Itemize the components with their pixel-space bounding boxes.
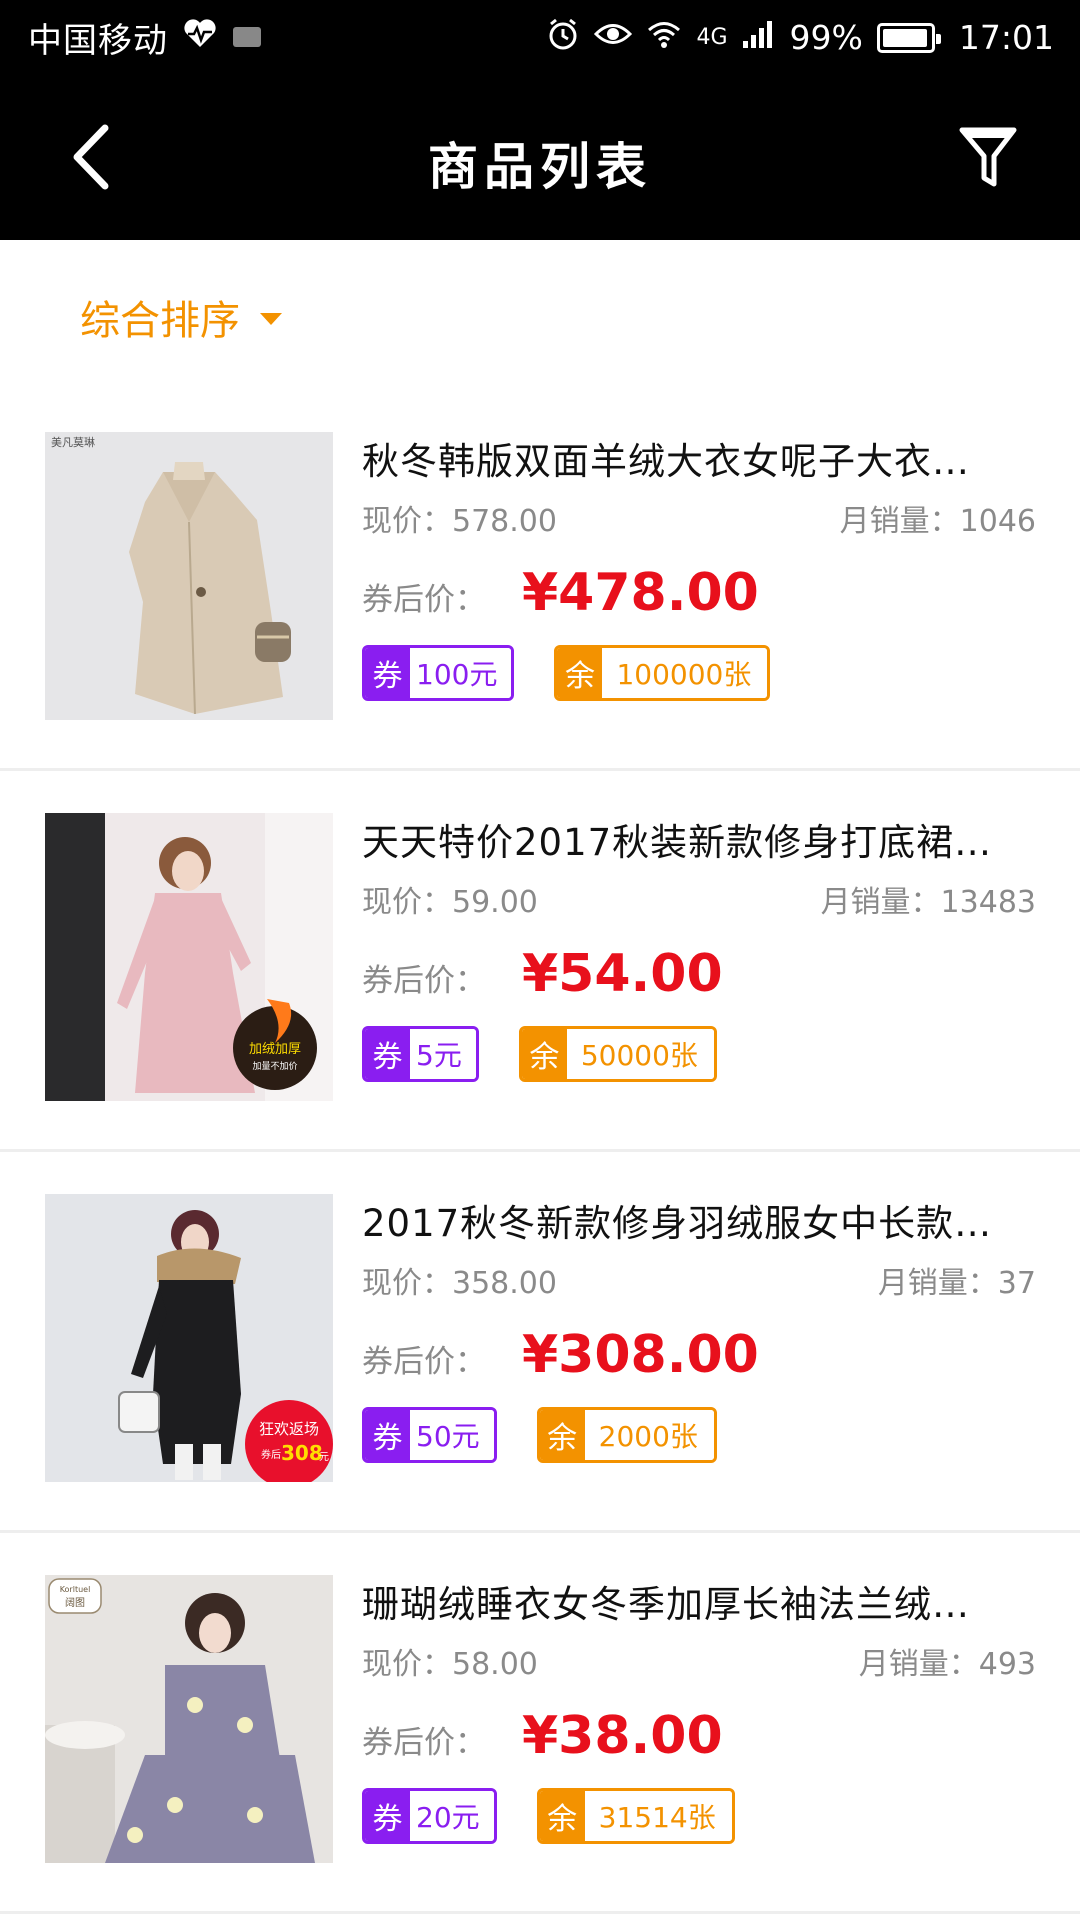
product-list: 美凡莫琳 秋冬韩版双面羊绒大衣女呢子大衣… 现价：578.00 月销量：1046…	[0, 390, 1080, 1914]
remaining-tag: 余	[539, 1791, 585, 1841]
coupon-tag: 券	[365, 648, 410, 698]
after-coupon-price: ¥478.00	[522, 563, 759, 623]
promo-badge-unit: 元	[319, 1452, 329, 1463]
product-image-pajamas[interactable]: Korltuel 阔图	[45, 1575, 333, 1863]
remaining-value: 100000张	[602, 648, 768, 698]
promo-badge-line2: 加量不加价	[252, 1061, 297, 1072]
title-bar: 商品列表	[0, 75, 1080, 240]
coupon-badge[interactable]: 券 5元	[362, 1026, 479, 1082]
brand-logo-cn: 阔图	[65, 1596, 85, 1609]
clock-time: 17:01	[958, 18, 1054, 57]
sim-icon	[232, 18, 262, 57]
brand-logo-text: 美凡莫琳	[51, 435, 95, 449]
promo-badge-prefix: 券后	[261, 1448, 281, 1461]
coupon-value: 50元	[410, 1410, 494, 1460]
brand-logo-latin: Korltuel	[60, 1585, 91, 1594]
filter-icon	[959, 127, 1017, 187]
sort-bar: 综合排序	[0, 240, 1080, 390]
sort-label: 综合排序	[80, 298, 240, 344]
remaining-badge: 余 2000张	[536, 1407, 717, 1463]
product-title[interactable]: 秋冬韩版双面羊绒大衣女呢子大衣…	[362, 435, 1036, 489]
eye-icon	[594, 18, 633, 57]
coupon-badge[interactable]: 券 50元	[362, 1407, 497, 1463]
current-price: 现价：59.00	[362, 885, 538, 920]
remaining-tag: 余	[539, 1410, 585, 1460]
monthly-sales: 月销量：493	[858, 1647, 1036, 1682]
monthly-sales: 月销量：37	[877, 1266, 1036, 1301]
battery-percent: 99%	[789, 18, 863, 57]
monthly-sales: 月销量：1046	[839, 504, 1036, 539]
coupon-value: 5元	[410, 1029, 476, 1079]
product-title[interactable]: 珊瑚绒睡衣女冬季加厚长袖法兰绒…	[362, 1578, 1036, 1632]
coupon-badge[interactable]: 券 20元	[362, 1788, 497, 1844]
after-coupon-price: ¥38.00	[522, 1706, 723, 1766]
caret-down-icon	[260, 313, 282, 325]
remaining-value: 50000张	[566, 1029, 714, 1079]
product-image-down-jacket[interactable]: 狂欢返场 券后 308 元	[45, 1194, 333, 1482]
remaining-value: 31514张	[584, 1791, 732, 1841]
current-price: 现价：58.00	[362, 1647, 538, 1682]
monthly-sales: 月销量：13483	[820, 885, 1036, 920]
after-coupon-label: 券后价：	[362, 963, 486, 999]
remaining-badge: 余 31514张	[536, 1788, 735, 1844]
heartbeat-icon	[182, 18, 218, 57]
product-item[interactable]: 加绒加厚 加量不加价 天天特价2017秋装新款修身打底裙… 现价：59.00 月…	[0, 771, 1080, 1152]
filter-button[interactable]	[948, 117, 1028, 197]
status-bar: 中国移动 4G 99% 17:01	[0, 0, 1080, 75]
product-image-dress[interactable]: 加绒加厚 加量不加价	[45, 813, 333, 1101]
remaining-tag: 余	[521, 1029, 567, 1079]
coupon-value: 100元	[410, 648, 512, 698]
coupon-tag: 券	[365, 1029, 410, 1079]
promo-badge-line1: 加绒加厚	[249, 1042, 301, 1057]
product-item[interactable]: 美凡莫琳 秋冬韩版双面羊绒大衣女呢子大衣… 现价：578.00 月销量：1046…	[0, 390, 1080, 771]
after-coupon-label: 券后价：	[362, 1344, 486, 1380]
wifi-icon	[646, 18, 682, 57]
product-item[interactable]: 狂欢返场 券后 308 元 2017秋冬新款修身羽绒服女中长款… 现价：358.…	[0, 1152, 1080, 1533]
after-coupon-label: 券后价：	[362, 1725, 486, 1761]
coupon-tag: 券	[365, 1791, 410, 1841]
carrier-label: 中国移动	[28, 21, 168, 61]
remaining-value: 2000张	[584, 1410, 714, 1460]
product-title[interactable]: 天天特价2017秋装新款修身打底裙…	[362, 816, 1036, 870]
battery-icon	[876, 22, 941, 53]
current-price: 现价：578.00	[362, 504, 557, 539]
alarm-icon	[546, 17, 580, 59]
after-coupon-price: ¥308.00	[522, 1325, 759, 1385]
network-type-label: 4G	[696, 25, 728, 50]
signal-icon	[742, 18, 776, 57]
current-price: 现价：358.00	[362, 1266, 557, 1301]
coupon-value: 20元	[410, 1791, 494, 1841]
promo-badge-title: 狂欢返场	[259, 1420, 319, 1438]
product-title[interactable]: 2017秋冬新款修身羽绒服女中长款…	[362, 1197, 1036, 1251]
product-item[interactable]: Korltuel 阔图 珊瑚绒睡衣女冬季加厚长袖法兰绒… 现价：58.00 月销…	[0, 1533, 1080, 1914]
remaining-tag: 余	[557, 648, 603, 698]
after-coupon-label: 券后价：	[362, 582, 486, 618]
remaining-badge: 余 100000张	[554, 645, 771, 701]
product-image-coat[interactable]: 美凡莫琳	[45, 432, 333, 720]
coupon-badge[interactable]: 券 100元	[362, 645, 515, 701]
promo-badge-price: 308	[281, 1441, 323, 1465]
coupon-tag: 券	[365, 1410, 410, 1460]
sort-dropdown[interactable]: 综合排序	[80, 288, 282, 346]
page-title: 商品列表	[428, 138, 652, 196]
after-coupon-price: ¥54.00	[522, 944, 723, 1004]
remaining-badge: 余 50000张	[518, 1026, 717, 1082]
